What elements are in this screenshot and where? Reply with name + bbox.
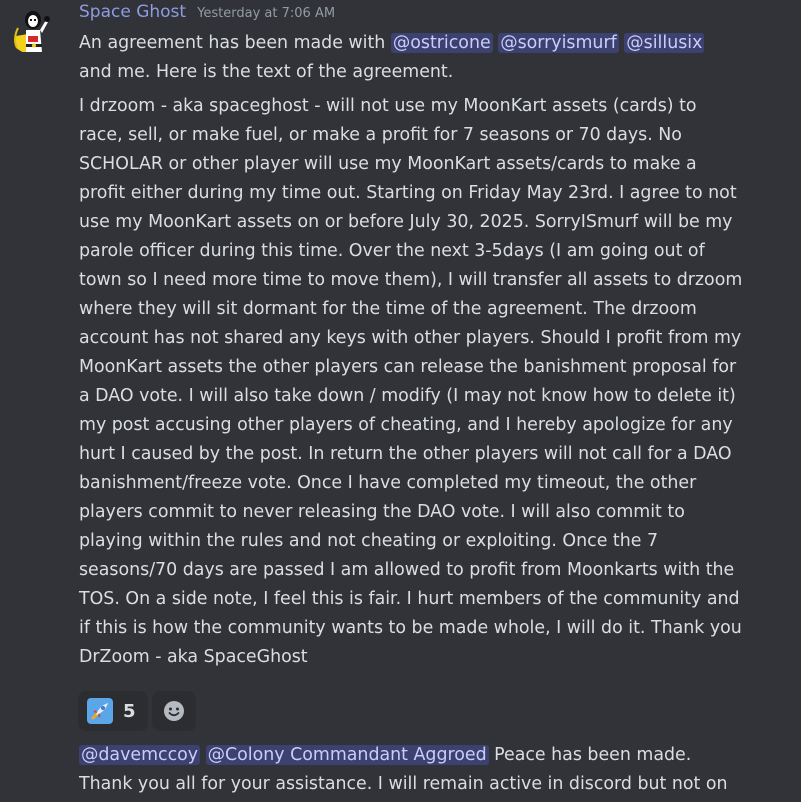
message-header: Space Ghost Yesterday at 7:06 AM <box>79 2 335 26</box>
body-line: account has not shared any keys with oth… <box>79 328 742 348</box>
followup-suffix: Peace has been made. <box>488 745 692 765</box>
add-reaction-button[interactable] <box>152 691 196 731</box>
mention-ostricone[interactable]: @ostricone <box>390 33 493 53</box>
mention-colony-commandant-aggroed[interactable]: @Colony Commandant Aggroed <box>205 745 489 765</box>
body-line: parole officer during this time. Over th… <box>79 241 705 261</box>
add-reaction-icon <box>164 701 184 721</box>
body-line: if this is how the community wants to be… <box>79 618 742 638</box>
agreement-text: I drzoom - aka spaceghost - will not use… <box>79 92 791 672</box>
body-line: SCHOLAR or other player will use my Moon… <box>79 154 697 174</box>
intro-text: An agreement has been made with @ostrico… <box>79 29 791 87</box>
body-line: my post accusing other players of cheati… <box>79 415 733 435</box>
mention-sillusix[interactable]: @sillusix <box>624 33 705 53</box>
body-line: hurt I caused by the post. In return the… <box>79 444 732 464</box>
body-line: seasons/70 days are passed I am allowed … <box>79 560 735 580</box>
rocket-icon <box>87 698 113 724</box>
intro-prefix: An agreement has been made with <box>79 33 391 53</box>
user-avatar[interactable] <box>8 6 56 54</box>
body-line: playing within the rules and not cheatin… <box>79 531 659 551</box>
followup-text: @davemccoy @Colony Commandant Aggroed Pe… <box>79 741 791 799</box>
reaction-rocket[interactable]: 5 <box>78 691 148 731</box>
body-line: profit either during my time out. Starti… <box>79 183 737 203</box>
username[interactable]: Space Ghost <box>79 2 186 22</box>
mention-davemccoy[interactable]: @davemccoy <box>79 745 201 765</box>
reaction-bar: 5 <box>78 691 196 731</box>
body-line: DrZoom - aka SpaceGhost <box>79 647 308 667</box>
mention-sorryismurf[interactable]: @sorryismurf <box>498 33 619 53</box>
body-line: town so I need more time to move them), … <box>79 270 743 290</box>
body-line: where they will sit dormant for the time… <box>79 299 697 319</box>
body-line: players commit to never releasing the DA… <box>79 502 685 522</box>
reaction-count: 5 <box>123 700 136 722</box>
body-line: TOS. On a side note, I feel this is fair… <box>79 589 740 609</box>
body-line: race, sell, or make fuel, or make a prof… <box>79 125 682 145</box>
intro-line-2: and me. Here is the text of the agreemen… <box>79 62 454 82</box>
space-ghost-avatar-image <box>8 6 56 54</box>
body-line: banishment/freeze vote. Once I have comp… <box>79 473 697 493</box>
body-line: use my MoonKart assets on or before July… <box>79 212 733 232</box>
followup-line-2: Thank you all for your assistance. I wil… <box>79 774 728 794</box>
timestamp[interactable]: Yesterday at 7:06 AM <box>197 6 335 21</box>
body-line: I drzoom - aka spaceghost - will not use… <box>79 96 697 116</box>
body-line: MoonKart assets the other players can re… <box>79 357 737 377</box>
followup-line-1: @davemccoy @Colony Commandant Aggroed Pe… <box>79 741 791 770</box>
intro-line-1: An agreement has been made with @ostrico… <box>79 29 791 58</box>
body-line: a DAO vote. I will also take down / modi… <box>79 386 736 406</box>
